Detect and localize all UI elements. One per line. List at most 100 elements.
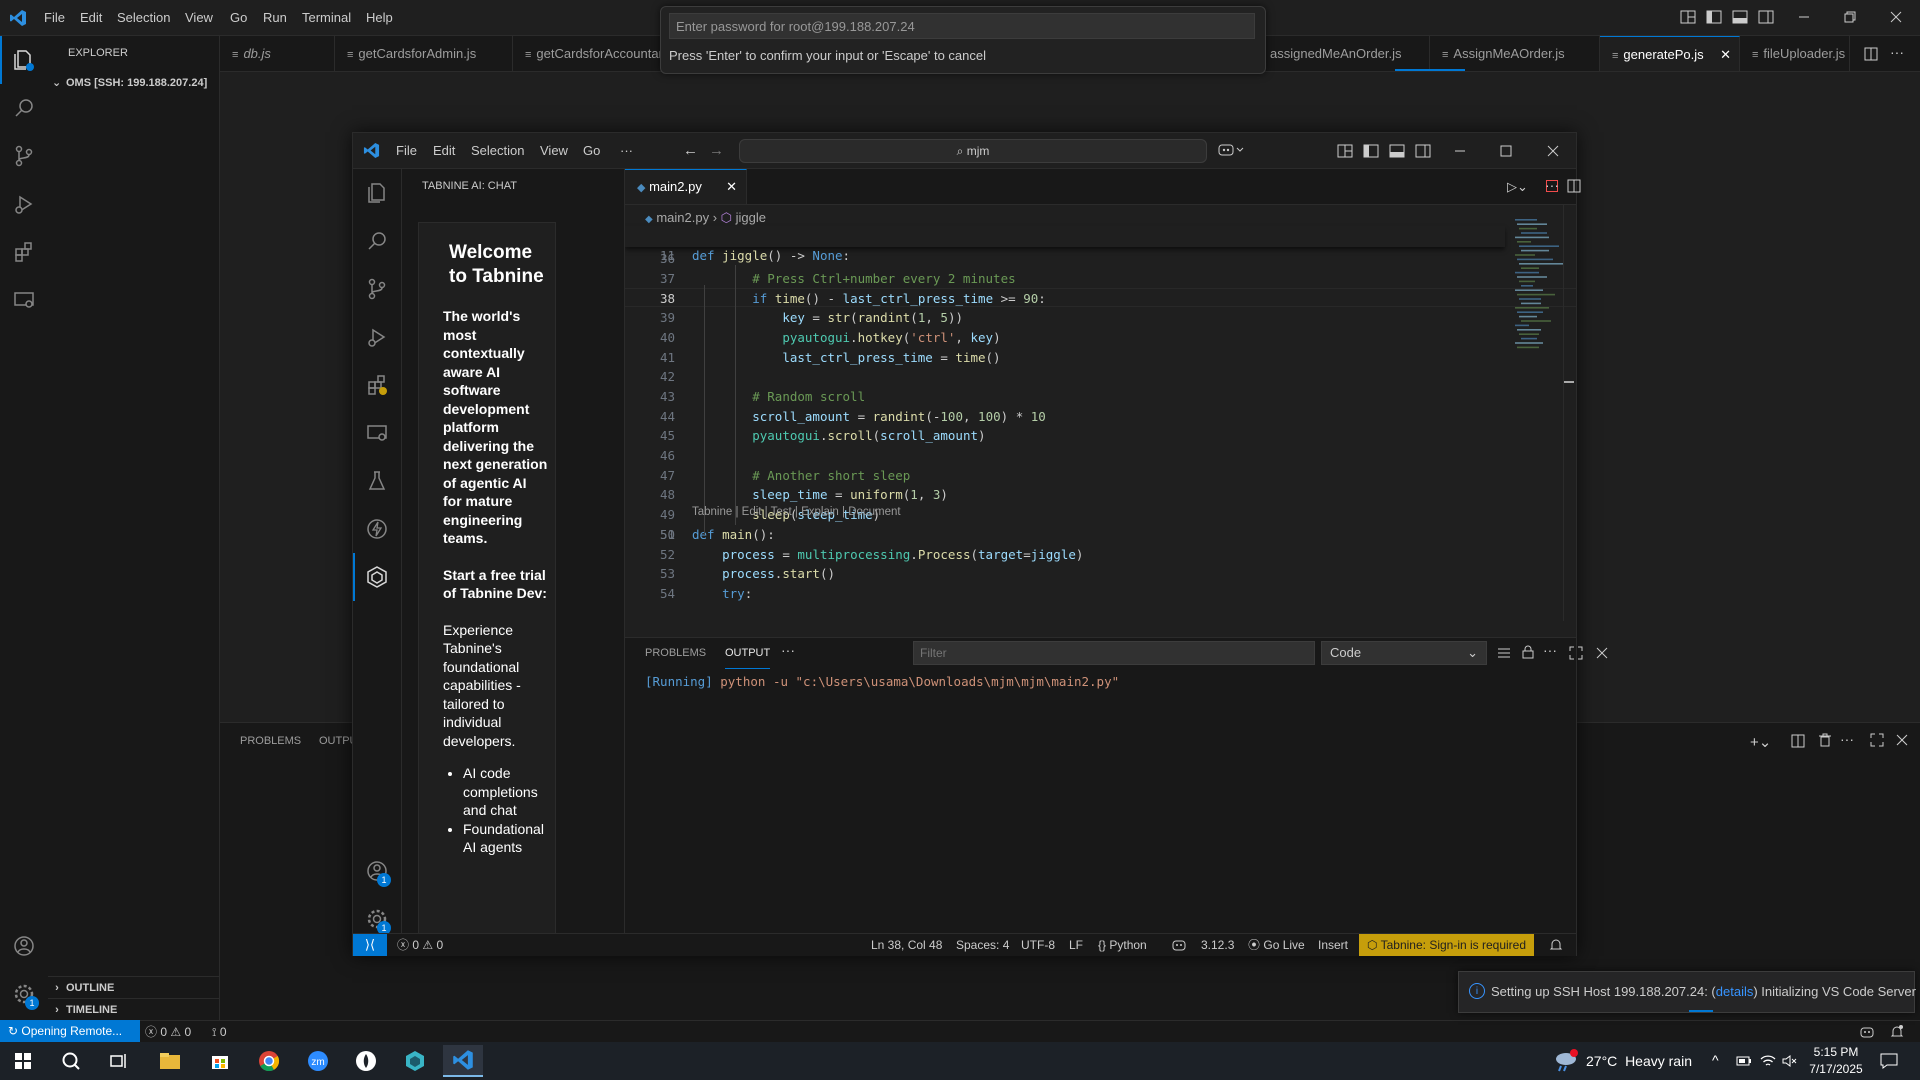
new-terminal-icon[interactable]: +⌄ [1750, 733, 1771, 751]
search-icon[interactable] [51, 1045, 91, 1077]
toggle-panel-icon[interactable] [1389, 143, 1405, 159]
file-explorer-icon[interactable] [150, 1045, 190, 1077]
toggle-secondary-sidebar-icon[interactable] [1758, 9, 1774, 25]
testing-flask-icon[interactable] [353, 457, 401, 505]
weather-widget[interactable]: 27°C Heavy rain [1586, 1042, 1692, 1080]
inner-menu-file[interactable]: File [396, 133, 417, 168]
problems-status[interactable]: ⓧ 0 ⚠ 0 [397, 934, 443, 956]
cursor-position[interactable]: Ln 38, Col 48 [871, 934, 942, 956]
copilot-icon[interactable] [1218, 142, 1244, 158]
toggle-panel-icon[interactable] [1732, 9, 1748, 25]
tab-generatepo-js[interactable]: ≡ generatePo.js ✕ [1600, 36, 1740, 71]
menu-edit[interactable]: Edit [74, 0, 108, 35]
trash-icon[interactable] [1818, 733, 1832, 747]
inner-menu-go[interactable]: Go [583, 133, 600, 168]
output-more-icon[interactable]: ··· [1543, 642, 1557, 658]
tab-close-icon[interactable]: ✕ [726, 170, 737, 204]
menu-file[interactable]: File [38, 0, 71, 35]
output-channel-select[interactable]: Code ⌄ [1321, 641, 1487, 665]
extensions-icon[interactable] [0, 228, 48, 276]
notifications-bell-icon[interactable] [1549, 937, 1563, 953]
panel-tab-output[interactable]: OUTPUT [725, 638, 771, 669]
run-debug-icon[interactable] [0, 180, 48, 228]
breadcrumb-file[interactable]: main2.py [656, 210, 709, 225]
remote-explorer-icon[interactable] [353, 409, 401, 457]
explorer-root-folder[interactable]: ⌄ OMS [SSH: 199.188.207.24] [52, 72, 218, 94]
word-wrap-icon[interactable] [1497, 646, 1511, 660]
password-input[interactable] [669, 13, 1255, 39]
inner-menu-selection[interactable]: Selection [471, 133, 524, 168]
tabnine-icon[interactable] [353, 553, 401, 601]
tab-getcardsforaccountant-js[interactable]: ≡getCardsforAccountant.js [513, 36, 663, 71]
app-hexagon-icon[interactable] [395, 1045, 435, 1077]
forward-arrow-icon[interactable]: → [709, 142, 724, 159]
close-panel-icon[interactable] [1895, 733, 1909, 747]
tab-getcardsforadmin-js[interactable]: ≡ getCardsforAdmin.js [335, 36, 513, 71]
panel-more-icon[interactable]: ··· [1840, 731, 1854, 747]
tab-assignedmeanorder-js[interactable]: assignedMeAnOrder.js [1260, 36, 1430, 71]
sticky-scroll[interactable]: 11 def jiggle() -> None: [625, 226, 1505, 263]
search-icon[interactable] [353, 217, 401, 265]
volume-muted-icon[interactable] [1781, 1053, 1797, 1069]
timeline-section[interactable]: › TIMELINE [48, 998, 219, 1021]
language-mode[interactable]: {} Python [1098, 934, 1147, 956]
task-view-icon[interactable] [99, 1045, 139, 1077]
problems-status[interactable]: ⓧ 0 ⚠ 0 [145, 1021, 191, 1043]
split-terminal-icon[interactable] [1791, 734, 1805, 748]
action-center-icon[interactable] [1880, 1053, 1898, 1069]
output-filter-input[interactable] [913, 641, 1315, 665]
menu-terminal[interactable]: Terminal [296, 0, 357, 35]
lightning-icon[interactable] [353, 505, 401, 553]
restore-icon[interactable] [1843, 10, 1857, 24]
app-leaf-icon[interactable] [346, 1045, 386, 1077]
inner-menu-more[interactable]: ··· [620, 133, 633, 168]
minimize-icon[interactable] [1453, 144, 1467, 158]
extensions-icon[interactable] [353, 361, 401, 409]
codelens[interactable]: Tabnine | Edit | Test | Explain | Docume… [692, 506, 901, 518]
breadcrumb-symbol[interactable]: jiggle [736, 210, 766, 225]
python-interpreter[interactable]: 3.12.3 [1201, 934, 1234, 956]
source-control-icon[interactable] [0, 132, 48, 180]
maximize-icon[interactable] [1499, 144, 1513, 158]
accounts-icon[interactable] [0, 922, 48, 970]
weather-rain-icon[interactable] [1552, 1048, 1578, 1074]
back-arrow-icon[interactable]: ← [683, 142, 698, 159]
inner-menu-edit[interactable]: Edit [433, 133, 455, 168]
end-of-line[interactable]: LF [1069, 934, 1083, 956]
wifi-icon[interactable] [1760, 1053, 1776, 1069]
outline-section[interactable]: › OUTLINE [48, 976, 219, 999]
manage-gear-icon[interactable]: 1 [0, 970, 48, 1018]
tab-fileuploader-js[interactable]: ≡ fileUploader.js [1740, 36, 1850, 71]
details-link[interactable]: details [1716, 984, 1754, 999]
run-python-file-icon[interactable]: ▷⌄ [1507, 179, 1528, 195]
copilot-icon[interactable] [1859, 1025, 1875, 1039]
more-actions-icon[interactable]: ··· [1890, 44, 1904, 60]
tabnine-status[interactable]: ⬡ Tabnine: Sign-in is required [1359, 934, 1535, 956]
notifications-bell-icon[interactable] [1890, 1024, 1904, 1040]
menu-go[interactable]: Go [224, 0, 253, 35]
run-debug-icon[interactable] [353, 313, 401, 361]
clock[interactable]: 5:15 PM 7/17/2025 [1800, 1044, 1872, 1078]
split-editor-icon[interactable] [1567, 179, 1581, 193]
close-icon[interactable] [1546, 144, 1560, 158]
close-panel-icon[interactable] [1595, 646, 1609, 660]
outer-panel-tab-problems[interactable]: PROBLEMS [240, 723, 301, 759]
panel-tab-problems[interactable]: PROBLEMS [645, 638, 706, 668]
menu-view[interactable]: View [179, 0, 219, 35]
customize-layout-icon[interactable] [1680, 9, 1696, 25]
tab-assignmeaorder-js[interactable]: ≡ AssignMeAOrder.js [1430, 36, 1600, 71]
indentation[interactable]: Spaces: 4 [956, 934, 1009, 956]
toggle-primary-sidebar-icon[interactable] [1706, 9, 1722, 25]
tray-overflow-chevron-icon[interactable]: ^ [1712, 1052, 1719, 1068]
close-icon[interactable] [1889, 10, 1903, 24]
explorer-icon[interactable] [0, 36, 48, 84]
maximize-panel-icon[interactable] [1569, 646, 1583, 660]
remote-window-icon[interactable]: ⟩⟨ [353, 934, 387, 956]
ports-status[interactable]: ⟟ 0 [212, 1021, 227, 1043]
tab-db-js[interactable]: ≡ db.js [220, 36, 335, 71]
lock-icon[interactable] [1521, 645, 1535, 659]
menu-selection[interactable]: Selection [111, 0, 176, 35]
tab-main2-py[interactable]: ◆ main2.py ✕ [625, 169, 747, 204]
windows-start-icon[interactable] [3, 1045, 43, 1077]
maximize-panel-icon[interactable] [1870, 733, 1884, 747]
